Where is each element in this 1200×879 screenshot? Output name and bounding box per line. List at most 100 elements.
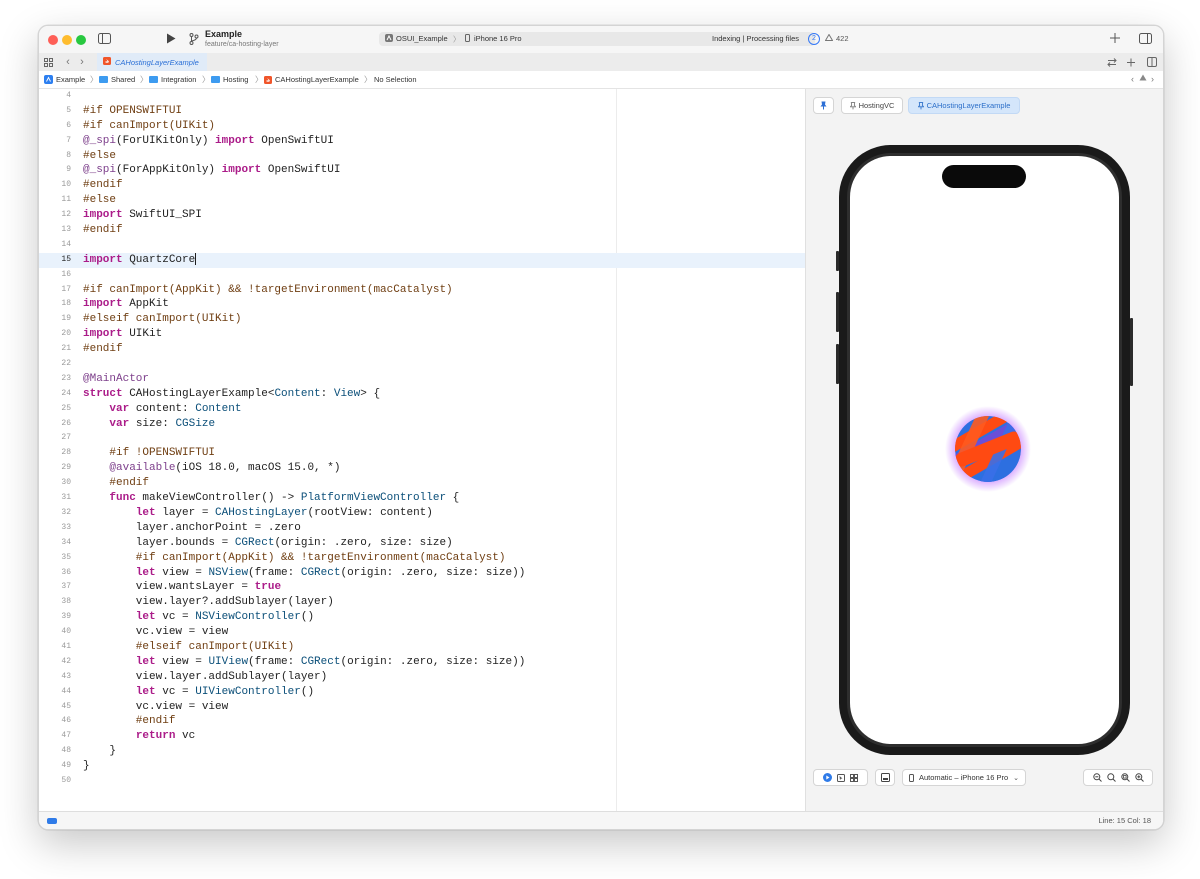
warning-icon[interactable] <box>824 33 834 43</box>
code-text[interactable]: let view = NSView(frame: CGRect(origin: … <box>83 566 526 581</box>
code-line[interactable]: 32 let layer = CAHostingLayer(rootView: … <box>39 506 805 521</box>
options-icon[interactable] <box>1125 57 1137 67</box>
code-line[interactable]: 24 struct CAHostingLayerExample<Content: … <box>39 387 805 402</box>
warning-icon[interactable] <box>1139 74 1147 83</box>
code-line[interactable]: 10 #endif <box>39 178 805 193</box>
code-line[interactable]: 31 func makeViewController() -> Platform… <box>39 491 805 506</box>
code-text[interactable]: func makeViewController() -> PlatformVie… <box>83 491 459 506</box>
code-text[interactable]: return vc <box>83 729 195 744</box>
code-text[interactable]: struct CAHostingLayerExample<Content: Vi… <box>83 387 380 402</box>
code-text[interactable]: #endif <box>83 476 149 491</box>
project-title[interactable]: Example feature/ca-hosting-layer <box>205 29 279 49</box>
code-line[interactable]: 22 <box>39 357 805 372</box>
device-menu[interactable]: Automatic – iPhone 16 Pro ⌄ <box>902 769 1026 786</box>
code-text[interactable]: var content: Content <box>83 402 241 417</box>
code-text[interactable]: view.layer?.addSublayer(layer) <box>83 595 334 610</box>
code-line[interactable]: 33 layer.anchorPoint = .zero <box>39 521 805 536</box>
code-line[interactable]: 6 #if canImport(UIKit) <box>39 119 805 134</box>
code-line[interactable]: 12 import SwiftUI_SPI <box>39 208 805 223</box>
code-line[interactable]: 23 @MainActor <box>39 372 805 387</box>
code-text[interactable]: @MainActor <box>83 372 149 387</box>
code-text[interactable]: let vc = NSViewController() <box>83 610 314 625</box>
code-line[interactable]: 41 #elseif canImport(UIKit) <box>39 640 805 655</box>
code-text[interactable]: let vc = UIViewController() <box>83 685 314 700</box>
split-editor-icon[interactable] <box>1146 57 1158 67</box>
breadcrumb-file[interactable]: CAHostingLayerExample <box>264 75 359 84</box>
code-line[interactable]: 36 let view = NSView(frame: CGRect(origi… <box>39 566 805 581</box>
code-line[interactable]: 35 #if canImport(AppKit) && !targetEnvir… <box>39 551 805 566</box>
run-icon[interactable] <box>165 32 177 44</box>
code-text[interactable]: } <box>83 759 90 774</box>
code-line[interactable]: 17 #if canImport(AppKit) && !targetEnviro… <box>39 283 805 298</box>
code-text[interactable]: view.layer.addSublayer(layer) <box>83 670 327 685</box>
code-text[interactable]: var size: CGSize <box>83 417 215 432</box>
code-text[interactable]: @available(iOS 18.0, macOS 15.0, *) <box>83 461 340 476</box>
code-text[interactable]: view.wantsLayer = true <box>83 580 281 595</box>
code-text[interactable]: #elseif canImport(UIKit) <box>83 640 294 655</box>
code-line[interactable]: 8 #else <box>39 149 805 164</box>
preview-tab-hostingvc[interactable]: HostingVC <box>841 97 903 114</box>
branch-icon[interactable] <box>188 32 200 45</box>
code-text[interactable]: #if OPENSWIFTUI <box>83 104 182 119</box>
activity-count-badge[interactable]: 2 <box>808 33 820 45</box>
code-text[interactable]: #else <box>83 149 116 164</box>
minimize-window-button[interactable] <box>62 35 72 45</box>
code-text[interactable]: #if canImport(AppKit) && !targetEnvironm… <box>83 551 506 566</box>
code-line[interactable]: 4 <box>39 89 805 104</box>
breadcrumb-example[interactable]: Example <box>44 75 85 84</box>
code-text[interactable]: #endif <box>83 342 123 357</box>
sidebar-toggle-icon[interactable] <box>97 32 111 44</box>
code-text[interactable]: layer.bounds = CGRect(origin: .zero, siz… <box>83 536 453 551</box>
code-line[interactable]: 5 #if OPENSWIFTUI <box>39 104 805 119</box>
code-line[interactable]: 13 #endif <box>39 223 805 238</box>
code-lines[interactable]: 4 5 #if OPENSWIFTUI 6 #if canImport(UIKit) 7 @… <box>39 89 805 789</box>
code-text[interactable]: #if canImport(AppKit) && !targetEnvironm… <box>83 283 453 298</box>
preview-tab-cahostinglayerexample[interactable]: CAHostingLayerExample <box>908 97 1020 114</box>
code-line[interactable]: 43 view.layer.addSublayer(layer) <box>39 670 805 685</box>
code-line[interactable]: 20 import UIKit <box>39 327 805 342</box>
code-text[interactable]: #endif <box>83 178 123 193</box>
breadcrumb-hosting[interactable]: Hosting <box>211 75 248 84</box>
zoom-in-icon[interactable] <box>1134 773 1144 782</box>
add-icon[interactable] <box>1108 31 1122 45</box>
code-line[interactable]: 39 let vc = NSViewController() <box>39 610 805 625</box>
code-text[interactable]: @_spi(ForAppKitOnly) import OpenSwiftUI <box>83 163 340 178</box>
code-text[interactable]: let layer = CAHostingLayer(rootView: con… <box>83 506 433 521</box>
zoom-fit-icon[interactable] <box>1120 773 1130 782</box>
selectable-icon[interactable] <box>837 773 845 782</box>
code-text[interactable]: #elseif canImport(UIKit) <box>83 312 241 327</box>
device-screen[interactable] <box>850 156 1119 744</box>
code-line[interactable]: 50 <box>39 774 805 789</box>
code-text[interactable]: @_spi(ForUIKitOnly) import OpenSwiftUI <box>83 134 334 149</box>
inspector-toggle-icon[interactable] <box>1138 32 1152 44</box>
code-line[interactable]: 34 layer.bounds = CGRect(origin: .zero, … <box>39 536 805 551</box>
back-icon[interactable]: ‹ <box>63 56 73 68</box>
chevron-left-icon[interactable]: ‹ <box>1131 74 1134 84</box>
pin-preview-button[interactable] <box>813 97 834 114</box>
code-line[interactable]: 44 let vc = UIViewController() <box>39 685 805 700</box>
code-line[interactable]: 9 @_spi(ForAppKitOnly) import OpenSwiftUI <box>39 163 805 178</box>
code-text[interactable]: import SwiftUI_SPI <box>83 208 202 223</box>
breadcrumb-integration[interactable]: Integration <box>149 75 196 84</box>
code-text[interactable]: import UIKit <box>83 327 162 342</box>
code-text[interactable]: vc.view = view <box>83 700 228 715</box>
destination-name[interactable]: iPhone 16 Pro <box>474 34 522 43</box>
code-line[interactable]: 47 return vc <box>39 729 805 744</box>
close-window-button[interactable] <box>48 35 58 45</box>
zoom-out-icon[interactable] <box>1092 773 1102 782</box>
zoom-controls[interactable] <box>1083 769 1153 786</box>
forward-icon[interactable]: › <box>77 56 87 68</box>
code-text[interactable]: import QuartzCore <box>83 252 197 268</box>
code-text[interactable]: import AppKit <box>83 297 169 312</box>
zoom-actual-icon[interactable] <box>1106 773 1116 782</box>
live-preview-icon[interactable] <box>823 773 832 782</box>
code-text[interactable]: vc.view = view <box>83 625 228 640</box>
code-text[interactable]: let view = UIView(frame: CGRect(origin: … <box>83 655 526 670</box>
code-line[interactable]: 27 <box>39 431 805 446</box>
source-editor[interactable]: 4 5 #if OPENSWIFTUI 6 #if canImport(UIKit) 7 @… <box>39 89 806 811</box>
code-line[interactable]: 45 vc.view = view <box>39 700 805 715</box>
tab-cahostinglayerexample[interactable]: CAHostingLayerExample <box>97 53 207 71</box>
swap-arrows-icon[interactable] <box>1106 57 1118 67</box>
scheme-name[interactable]: OSUI_Example <box>396 34 448 43</box>
code-line[interactable]: 37 view.wantsLayer = true <box>39 580 805 595</box>
